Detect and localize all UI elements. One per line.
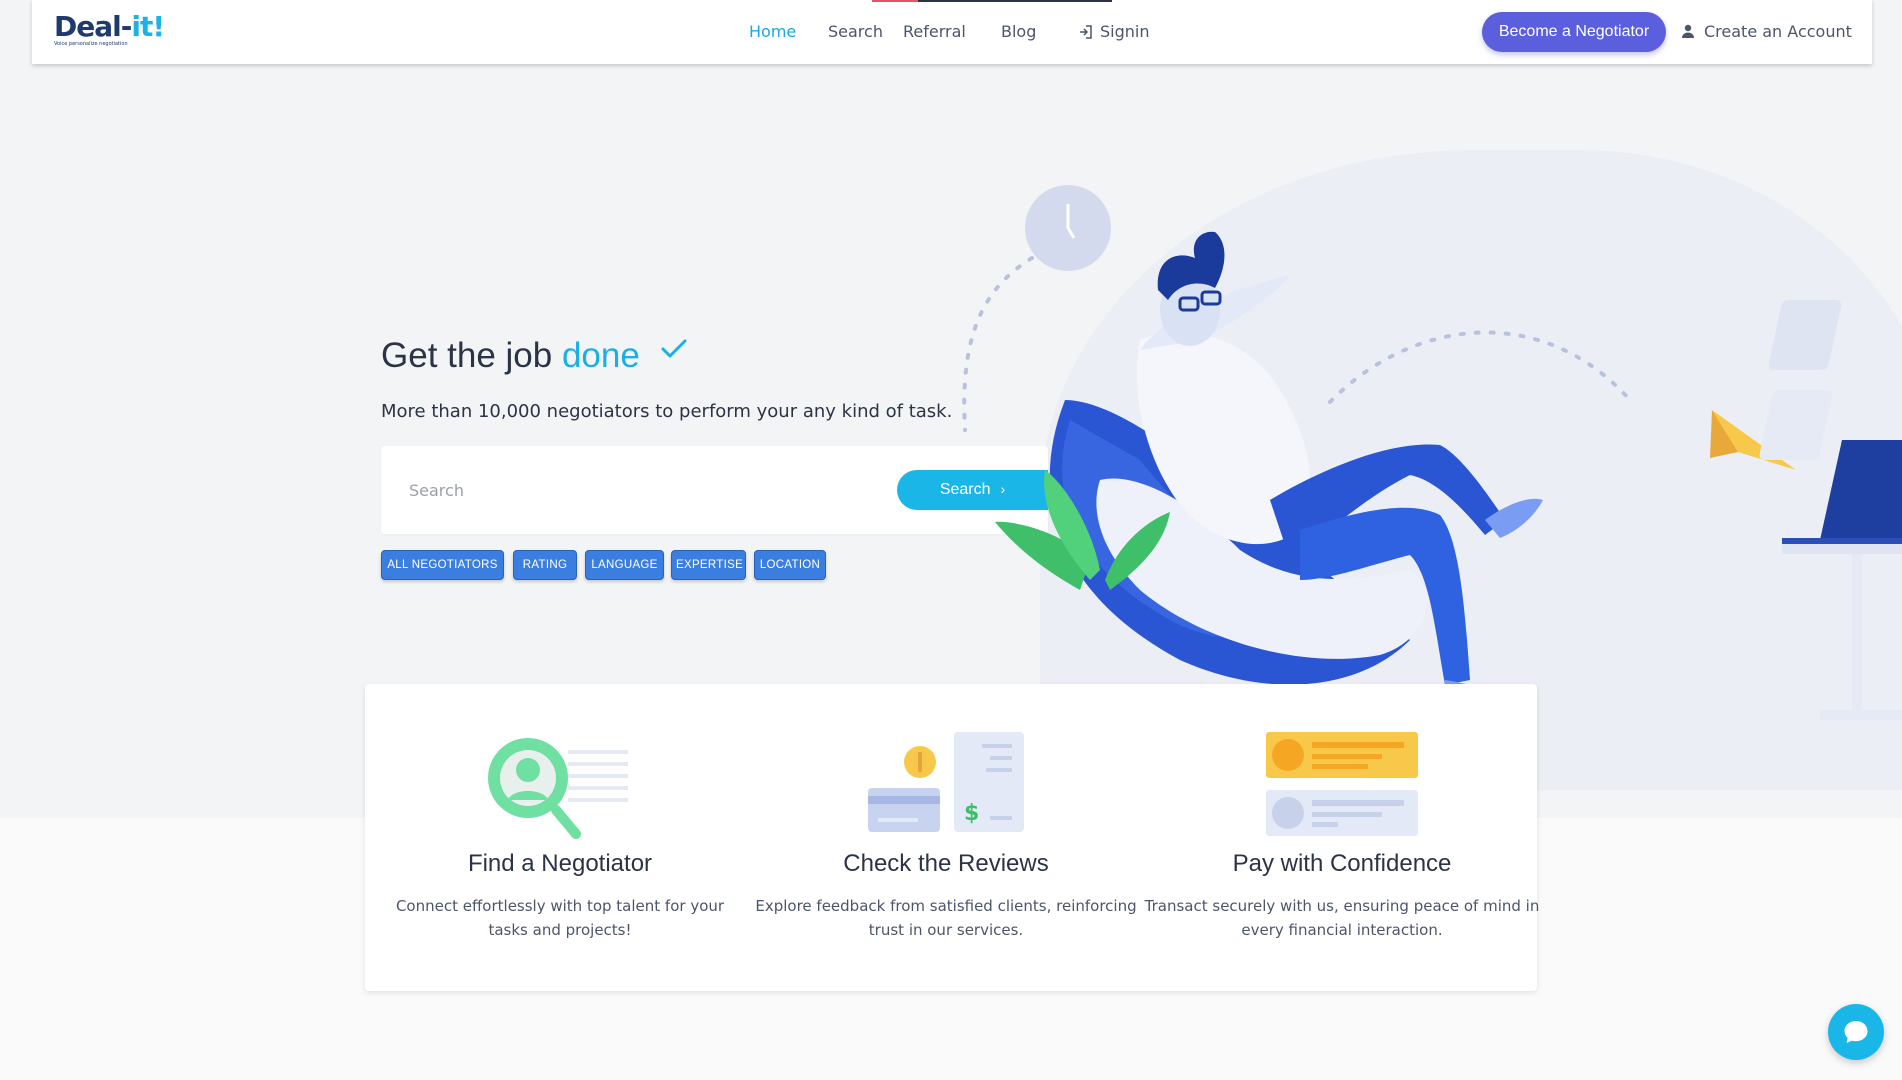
hero-subtitle: More than 10,000 negotiators to perform …	[381, 401, 953, 422]
search-input[interactable]	[409, 470, 839, 510]
nav-referral[interactable]: Referral	[903, 22, 966, 41]
filter-location[interactable]: LOCATION	[754, 550, 826, 580]
check-icon	[661, 339, 687, 358]
chat-button[interactable]	[1828, 1004, 1884, 1060]
search-button[interactable]: Search ›	[897, 470, 1048, 510]
reviews-receipt-icon: $	[868, 732, 1024, 832]
hero-title: Get the job done	[381, 336, 640, 375]
svg-text:$: $	[964, 801, 979, 826]
filter-expertise[interactable]: EXPERTISE	[671, 550, 746, 580]
feature-pay-confidence: Pay with Confidence Transact securely wi…	[1144, 684, 1540, 991]
feature-description: Transact securely with us, ensuring peac…	[1144, 897, 1540, 939]
nav-home[interactable]: Home	[749, 22, 796, 41]
feature-description: Connect effortlessly with top talent for…	[395, 897, 725, 939]
user-icon	[1682, 24, 1694, 38]
nav-blog[interactable]: Blog	[1001, 22, 1036, 41]
feature-description: Explore feedback from satisfied clients,…	[755, 897, 1137, 939]
nav-signin-label: Signin	[1100, 22, 1150, 41]
payment-cards-icon	[1266, 732, 1418, 836]
filter-language[interactable]: LANGUAGE	[585, 550, 664, 580]
hero-title-accent: done	[561, 336, 640, 375]
feature-find-negotiator: Find a Negotiator Connect effortlessly w…	[365, 684, 755, 991]
chat-icon	[1844, 1021, 1868, 1043]
search-box: Search›	[381, 446, 1048, 534]
create-account-link[interactable]: Create an Account	[1680, 22, 1852, 41]
filter-all-negotiators[interactable]: ALL NEGOTIATORS	[381, 550, 504, 580]
nav-search[interactable]: Search	[828, 22, 883, 41]
filter-rating[interactable]: RATING	[513, 550, 577, 580]
features-card: Find a Negotiator Connect effortlessly w…	[365, 684, 1540, 991]
feature-title: Check the Reviews	[843, 850, 1049, 877]
become-negotiator-button[interactable]: Become a Negotiator	[1482, 12, 1666, 52]
feature-check-reviews: $ Check the Reviews Explore feedback fro…	[751, 684, 1141, 991]
chevron-right-icon: ›	[1000, 481, 1006, 497]
feature-title: Find a Negotiator	[467, 850, 653, 877]
nav-signin[interactable]: Signin	[1078, 22, 1149, 41]
signin-icon	[1080, 25, 1092, 39]
top-navbar: Deal-it! Voice personalize negotiation H…	[32, 0, 1872, 64]
search-person-icon	[488, 738, 628, 839]
create-account-label: Create an Account	[1704, 22, 1852, 41]
feature-title: Pay with Confidence	[1232, 850, 1452, 877]
